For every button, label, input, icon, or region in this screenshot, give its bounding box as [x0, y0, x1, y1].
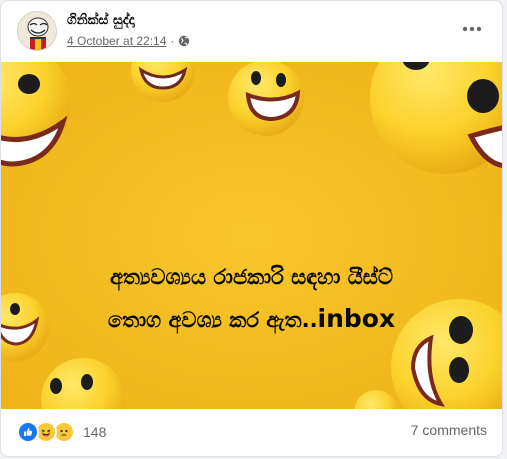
post-image[interactable]: අත්‍යවශ්‍යය රාජකාරි සඳහා යීස්ට් තොග අවශ්… — [1, 62, 502, 409]
page-avatar[interactable] — [17, 11, 57, 51]
avatar-image — [27, 17, 49, 50]
caption-line-2: තොග අවශ්‍ය කර ඇත..inbox — [1, 299, 502, 340]
emoji-top-center — [228, 62, 304, 136]
post-timestamp[interactable]: 4 October at 22:14 — [67, 34, 166, 48]
reaction-count: 148 — [83, 424, 107, 440]
comments-count-link[interactable]: 7 comments — [411, 422, 487, 438]
post-footer: 148 7 comments — [1, 409, 502, 456]
caption-line-1: අත්‍යවශ්‍යය රාජකාරි සඳහා යීස්ට් — [109, 265, 393, 289]
page-name[interactable]: ගිනික්ස් සුද්දා — [67, 12, 135, 28]
caption-inbox-word: inbox — [317, 304, 396, 333]
post-card: ගිනික්ස් සුද්දා 4 October at 22:14 · අත්… — [0, 0, 503, 457]
caption-line-2-text: තොග අවශ්‍ය කර ඇත.. — [107, 308, 318, 332]
reactions-summary[interactable]: 148 — [17, 421, 106, 443]
emoji-background — [1, 62, 502, 409]
more-horizontal-icon — [462, 26, 482, 32]
more-options-button[interactable] — [456, 13, 488, 45]
post-meta: 4 October at 22:14 · — [67, 33, 190, 49]
public-globe-icon[interactable] — [178, 35, 190, 47]
meta-separator: · — [170, 34, 175, 48]
post-header: ගිනික්ස් සුද්දා 4 October at 22:14 · — [1, 1, 502, 61]
like-icon — [17, 421, 39, 443]
